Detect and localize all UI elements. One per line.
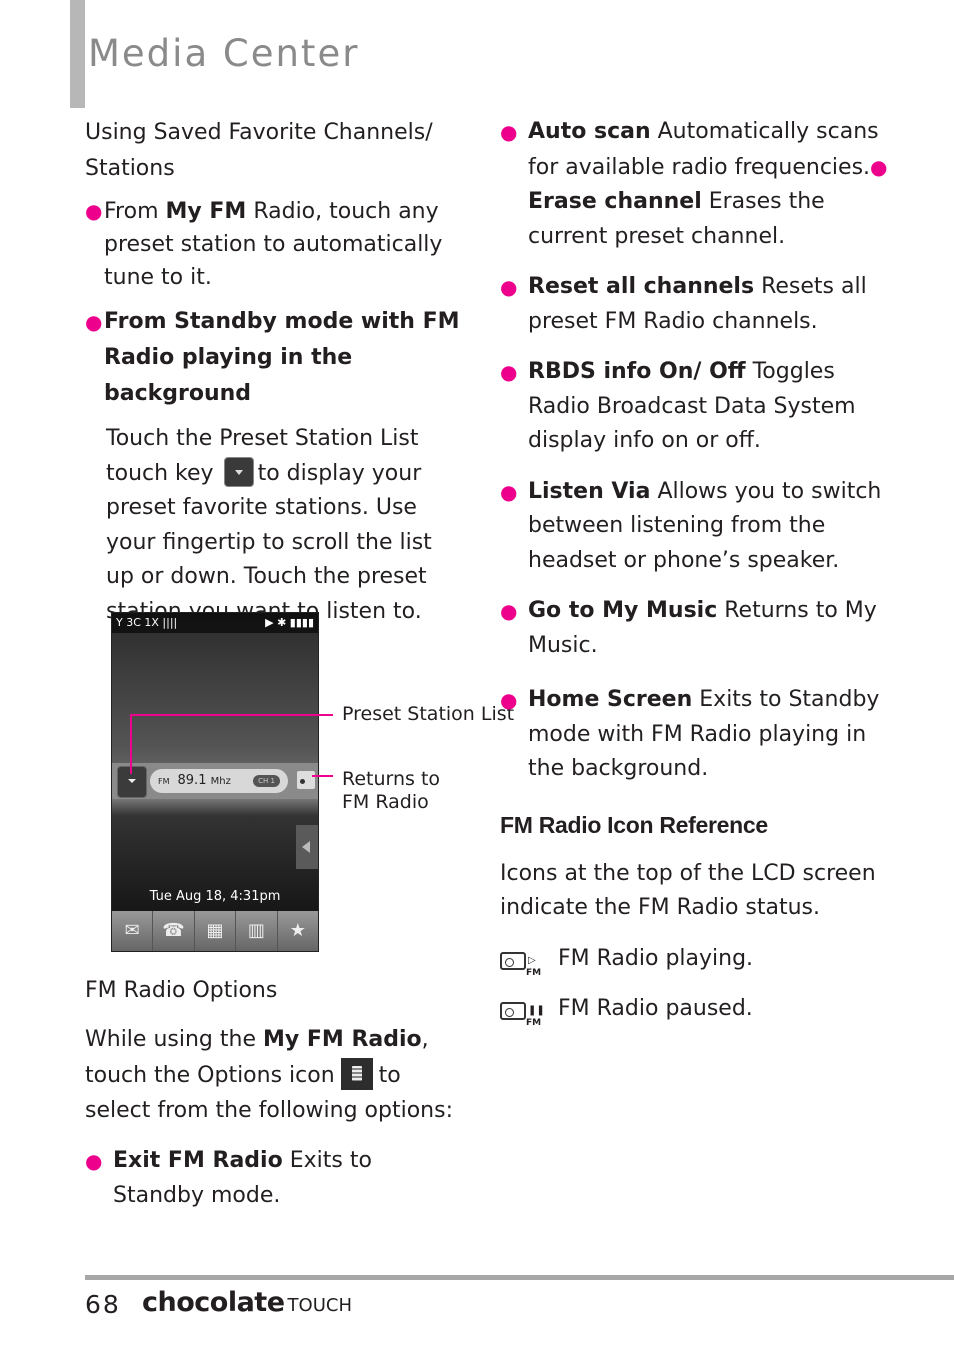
bullet-from-my-fm: ● From My FM Radio, touch any preset sta…	[85, 195, 465, 294]
icon-row-paused: FM ❚❚ FM Radio paused.	[500, 992, 900, 1028]
bullet-dot: ●	[85, 199, 103, 223]
fm-radio-options-section: FM Radio Options While using the My FM R…	[85, 973, 465, 1213]
option-auto-scan: ● Auto scan Automatically scans for avai…	[500, 115, 900, 254]
message-icon[interactable]: ✉	[112, 911, 154, 951]
menu-icon[interactable]: ▦	[195, 911, 237, 951]
phone-icon[interactable]: ☎	[153, 911, 195, 951]
phone-screen-image: Y 3C 1X |||| ▶ ✱ ▮▮▮▮ FM 89.1 Mhz CH 1 Tu…	[111, 612, 319, 952]
option-home-screen: ● Home Screen Exits to Standby mode with…	[500, 683, 900, 787]
status-bar: Y 3C 1X |||| ▶ ✱ ▮▮▮▮	[112, 613, 318, 633]
left-column: Using Saved Favorite Channels/ Stations …	[85, 115, 465, 629]
side-tab-arrow-icon[interactable]	[296, 825, 318, 869]
bullet-dot: ●	[85, 1149, 103, 1173]
option-reset-all: ● Reset all channels Resets all preset F…	[500, 270, 900, 339]
callout-line-preset	[130, 714, 333, 716]
option-go-to-my-music: ● Go to My Music Returns to My Music.	[500, 594, 900, 663]
signal-icon: Y 3C 1X ||||	[116, 616, 178, 629]
bullet-dot: ●	[870, 154, 888, 179]
channel-badge: CH 1	[253, 775, 280, 787]
page-title: Media Center	[88, 32, 360, 75]
section-heading-saved-channels: Using Saved Favorite Channels/ Stations	[85, 120, 433, 181]
bullet-dot: ●	[500, 599, 518, 623]
fm-radio-playing-icon: FM ▷	[500, 946, 541, 978]
bullet-from-standby: ● From Standby mode with FM Radio playin…	[85, 304, 465, 412]
icon-row-playing: FM ▷ FM Radio playing.	[500, 942, 900, 978]
options-intro: While using the My FM Radio, touch the O…	[85, 1027, 453, 1123]
callout-returns-fm-radio: Returns to FM Radio	[342, 768, 441, 813]
title-accent-bar	[70, 0, 85, 108]
section-heading-icon-reference: FM Radio Icon Reference	[500, 811, 768, 838]
icon-reference-intro: Icons at the top of the LCD screen indic…	[500, 860, 876, 921]
status-right-icons: ▶ ✱ ▮▮▮▮	[265, 616, 314, 629]
bullet-dot: ●	[500, 688, 518, 712]
callout-preset-station-list: Preset Station List	[342, 703, 515, 725]
bullet-dot: ●	[500, 120, 518, 144]
bullet-dot: ●	[85, 310, 103, 334]
date-time: Tue Aug 18, 4:31pm	[149, 889, 281, 904]
options-icon	[340, 1057, 373, 1090]
option-listen-via: ● Listen Via Allows you to switch betwee…	[500, 475, 900, 579]
callout-line-returns	[312, 775, 333, 777]
bullet-dot: ●	[500, 479, 518, 504]
preset-instructions: Touch the Preset Station List touch key t…	[106, 426, 432, 624]
fm-radio-paused-icon: FM ❚❚	[500, 996, 545, 1028]
section-heading-fm-options: FM Radio Options	[85, 978, 278, 1003]
frequency-display: FM 89.1 Mhz CH 1	[150, 769, 288, 793]
footer-rule	[85, 1275, 954, 1280]
page-number: 68	[85, 1290, 121, 1319]
contacts-icon[interactable]: ▥	[236, 911, 278, 951]
radio-bar: FM 89.1 Mhz CH 1	[112, 763, 318, 799]
return-to-fm-radio-icon[interactable]	[297, 771, 315, 789]
option-exit-fm-radio: ● Exit FM Radio Exits to Standby mode.	[85, 1144, 465, 1213]
preset-station-list-button[interactable]	[117, 766, 147, 798]
callout-line-preset-drop	[130, 714, 132, 774]
brand-logo: chocolate TOUCH	[142, 1287, 352, 1318]
right-column: ● Auto scan Automatically scans for avai…	[500, 115, 900, 1028]
favorites-icon[interactable]: ★	[278, 911, 318, 951]
bullet-dot: ●	[500, 275, 518, 299]
dock-bar: ✉ ☎ ▦ ▥ ★	[112, 911, 318, 951]
bullet-dot: ●	[500, 360, 518, 384]
option-rbds-info: ● RBDS info On/ Off Toggles Radio Broadc…	[500, 355, 900, 459]
preset-list-key-icon	[223, 456, 254, 487]
